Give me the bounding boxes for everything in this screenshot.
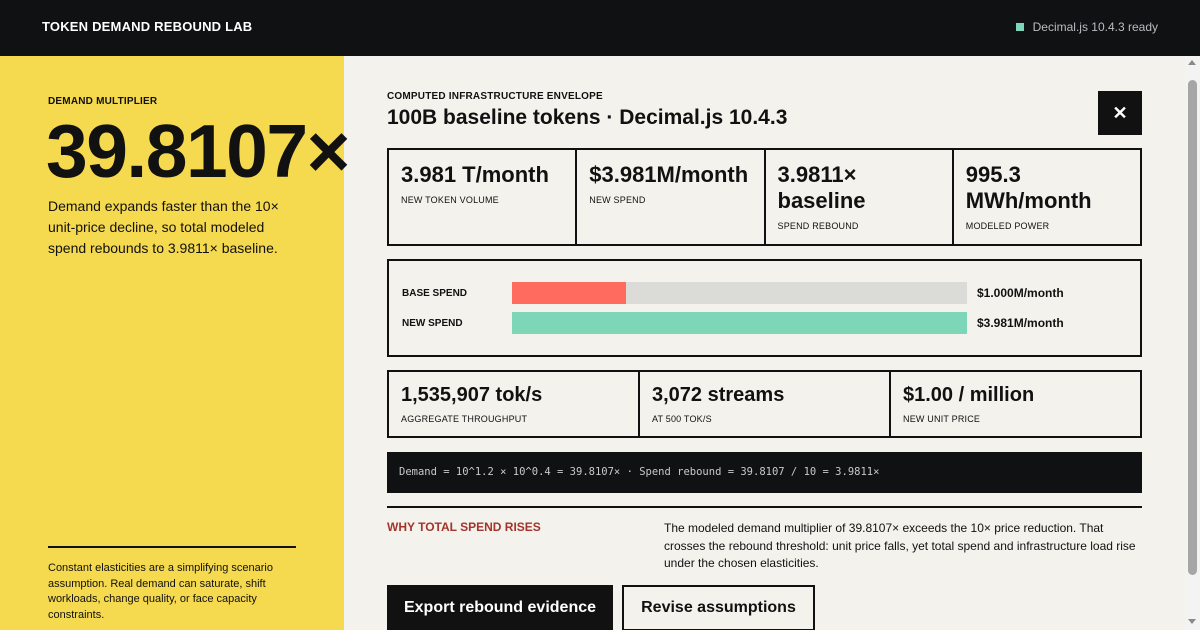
app-title: TOKEN DEMAND REBOUND LAB [42,19,253,34]
stat-streams: 3,072 streams AT 500 TOK/S [640,372,891,436]
base-spend-bar [512,282,627,304]
stat-unit-price: $1.00 / million NEW UNIT PRICE [891,372,1140,436]
spend-comparison: BASE SPEND $1.000M/month NEW SPEND $3.98… [387,259,1142,357]
throughput-grid: 1,535,907 tok/s AGGREGATE THROUGHPUT 3,0… [387,370,1142,438]
stat-value: 3.981 T/month [401,162,549,187]
assumption-footnote: Constant elasticities are a simplifying … [48,562,273,621]
demand-multiplier-panel: DEMAND MULTIPLIER 39.8107× Demand expand… [0,56,350,630]
stat-value: $1.00 / million [903,384,1035,406]
bar-label: NEW SPEND [402,317,463,329]
infrastructure-envelope-panel: COMPUTED INFRASTRUCTURE ENVELOPE 100B ba… [344,56,1185,630]
stat-label: MODELED POWER [965,221,1050,231]
stat-value: 3,072 streams [652,384,785,406]
stat-aggregate-throughput: 1,535,907 tok/s AGGREGATE THROUGHPUT [389,372,640,436]
stat-label: NEW TOKEN VOLUME [401,195,499,205]
bar-amount: $1.000M/month [977,286,1064,300]
divider [48,546,296,548]
formula-readout: Demand = 10^1.2 × 10^0.4 = 39.8107× · Sp… [387,452,1142,493]
stat-label: AT 500 TOK/S [652,414,712,424]
bar-row-new-spend: NEW SPEND $3.981M/month [402,312,1064,334]
stat-new-token-volume: 3.981 T/month NEW TOKEN VOLUME [389,150,578,244]
stat-value: 995.3 MWh/month [965,162,1092,213]
export-evidence-button[interactable]: Export rebound evidence [387,585,613,630]
stat-new-spend: $3.981M/month NEW SPEND [577,150,766,244]
multiplier-explanation: Demand expands faster than the 10× unit-… [48,198,279,256]
bar-amount: $3.981M/month [977,316,1064,330]
why-heading: WHY TOTAL SPEND RISES [387,520,541,534]
status-text: Decimal.js 10.4.3 ready [1032,20,1158,34]
stats-grid: 3.981 T/month NEW TOKEN VOLUME $3.981M/m… [387,148,1142,246]
stat-value: $3.981M/month [589,162,749,187]
stat-label: SPEND REBOUND [777,221,859,231]
revise-assumptions-button[interactable]: Revise assumptions [622,585,815,630]
stat-value: 3.9811× baseline [777,162,866,213]
multiplier-eyebrow: DEMAND MULTIPLIER [48,96,158,107]
bar-track [512,312,967,334]
bar-label: BASE SPEND [402,287,468,299]
envelope-eyebrow: COMPUTED INFRASTRUCTURE ENVELOPE [387,91,603,102]
new-spend-bar [512,312,967,334]
status-indicator-icon [1015,23,1024,31]
envelope-title: 100B baseline tokens · Decimal.js 10.4.3 [387,106,788,129]
scroll-down-arrow-icon[interactable] [1188,619,1196,624]
stat-label: NEW SPEND [589,195,646,205]
why-explanation: The modeled demand multiplier of 39.8107… [664,521,1136,570]
stat-label: AGGREGATE THROUGHPUT [401,414,528,424]
library-status: Decimal.js 10.4.3 ready [1015,20,1158,34]
bar-track [512,282,967,304]
scroll-thumb[interactable] [1188,80,1197,575]
close-button[interactable]: ✕ [1098,91,1142,135]
stat-spend-rebound: 3.9811× baseline SPEND REBOUND [766,150,954,244]
multiplier-value: 39.8107× [46,109,350,193]
top-bar: TOKEN DEMAND REBOUND LAB Decimal.js 10.4… [0,0,1200,56]
vertical-scrollbar[interactable] [1185,56,1200,630]
divider [387,506,1142,508]
bar-row-base-spend: BASE SPEND $1.000M/month [402,282,1064,304]
close-icon: ✕ [1112,102,1128,123]
stat-modeled-power: 995.3 MWh/month MODELED POWER [954,150,1140,244]
stat-value: 1,535,907 tok/s [401,384,543,406]
stat-label: NEW UNIT PRICE [903,414,981,424]
scroll-up-arrow-icon[interactable] [1188,60,1196,65]
